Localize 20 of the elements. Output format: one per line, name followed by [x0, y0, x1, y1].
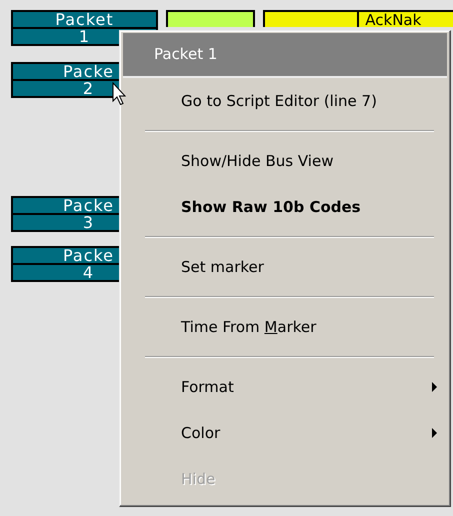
menu-item[interactable]: Show/Hide Bus View [181, 138, 334, 184]
mouse-pointer-icon [112, 82, 126, 106]
packet-label: Packe [62, 196, 114, 215]
packet-label: Packe [62, 62, 114, 81]
menu-item[interactable]: Go to Script Editor (line 7) [181, 78, 377, 124]
menu-item[interactable]: Time From Marker [181, 304, 316, 350]
menu-item[interactable]: Set marker [181, 244, 264, 290]
menu-item[interactable]: Color [181, 410, 220, 456]
packet-number: 3 [82, 213, 94, 232]
cell-label: AckNak [357, 12, 422, 27]
packet-number: 4 [82, 263, 94, 282]
submenu-arrow-icon [432, 382, 437, 392]
packet-label: Packe [62, 246, 114, 265]
menu-item[interactable]: Show Raw 10b Codes [181, 184, 361, 230]
menu-title: Packet 1 [123, 33, 447, 78]
packet-number: 1 [78, 27, 90, 46]
packet-number: 2 [82, 79, 94, 98]
menu-item[interactable]: Format [181, 364, 234, 410]
packet-label: Packet [55, 10, 114, 29]
submenu-arrow-icon [432, 428, 437, 438]
